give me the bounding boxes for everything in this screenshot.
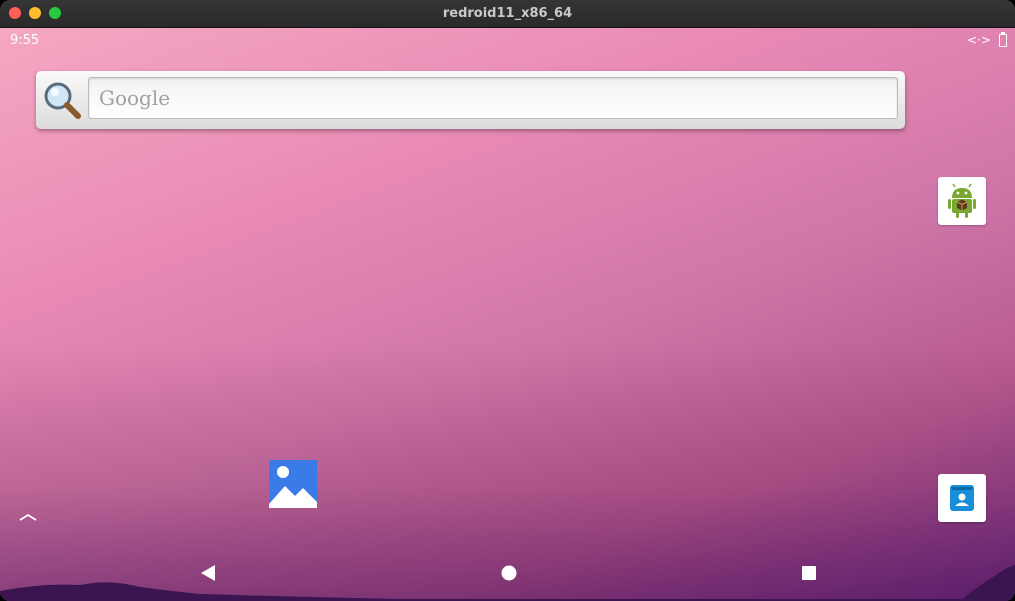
window-title: redroid11_x86_64: [442, 6, 573, 21]
android-home-screen[interactable]: 9:55 <·> Google: [0, 28, 1015, 601]
nav-recents-button[interactable]: [797, 562, 821, 584]
gallery-icon[interactable]: [269, 460, 317, 508]
google-search-widget[interactable]: Google: [36, 71, 905, 129]
search-input[interactable]: Google: [88, 77, 898, 119]
battery-icon: [999, 31, 1007, 47]
data-transfer-icon: <·>: [967, 33, 991, 47]
nav-home-button[interactable]: [497, 562, 521, 584]
contacts-app-shortcut[interactable]: [938, 474, 986, 522]
status-time: 9:55: [10, 33, 40, 48]
title-bar: redroid11_x86_64: [0, 0, 1015, 28]
android-app-shortcut[interactable]: [938, 177, 986, 225]
contacts-icon: [950, 485, 974, 511]
android-robot-icon: [948, 183, 976, 218]
emulator-window: redroid11_x86_64 9:55 <·> Google: [0, 0, 1015, 601]
nav-back-button[interactable]: [196, 562, 220, 584]
app-drawer-chevron-up-icon[interactable]: [17, 510, 39, 524]
magnifier-icon: [44, 82, 81, 119]
status-icons: <·>: [967, 31, 1007, 47]
